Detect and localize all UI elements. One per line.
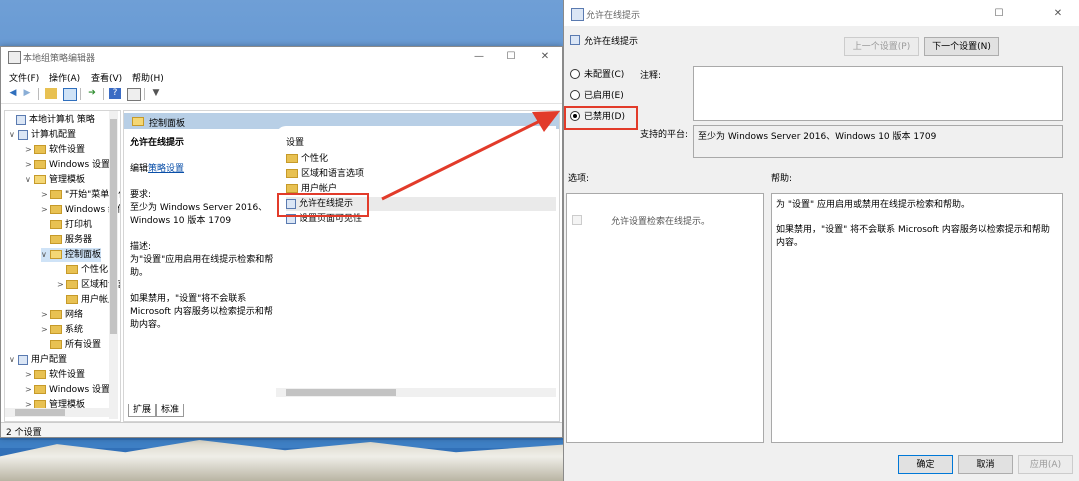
annotation-arrow [381,111,560,201]
arrow-line [381,118,543,201]
